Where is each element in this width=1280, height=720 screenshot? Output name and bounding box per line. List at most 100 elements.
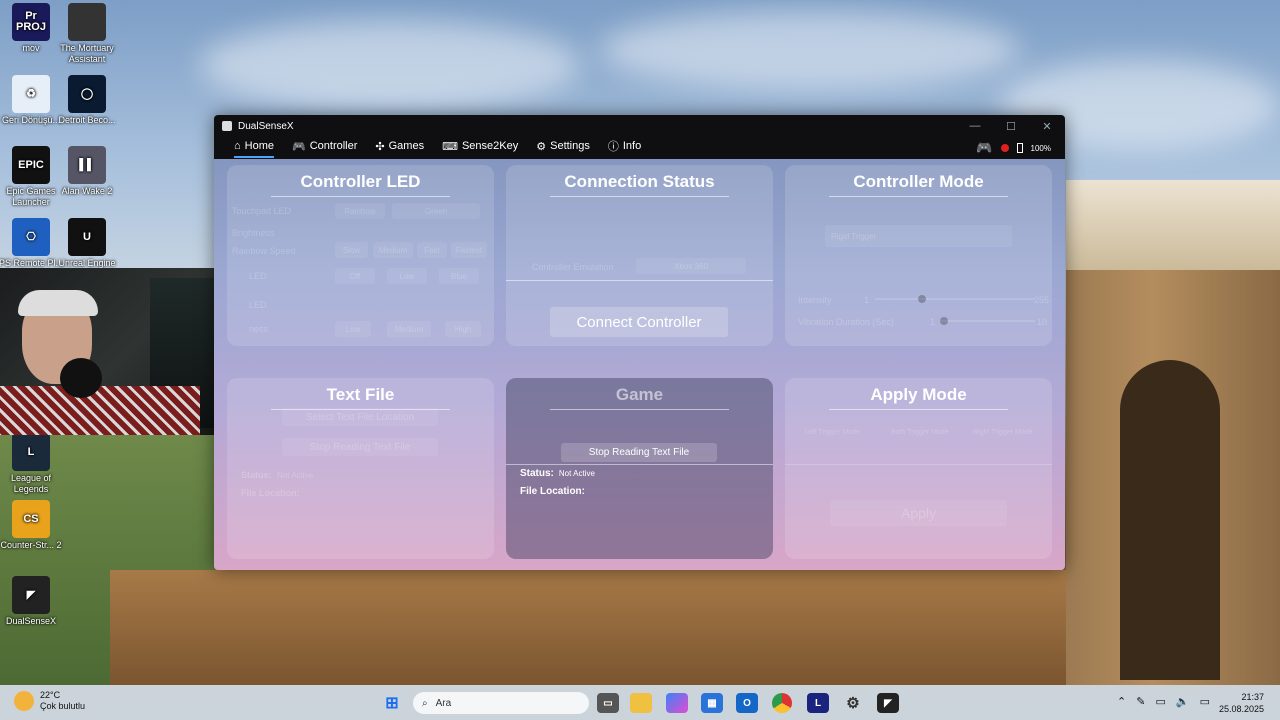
both-trigger-mode-option[interactable]: Both Trigger Mode (891, 429, 949, 436)
tab-home[interactable]: ⌂ Home (234, 138, 274, 158)
apply-mode-panel: Apply Mode Left Trigger Mode Both Trigge… (785, 378, 1052, 559)
clock-date: 25.08.2025 (1218, 704, 1264, 714)
game-file-location-label: File Location: (520, 486, 585, 497)
tab-info[interactable]: ⓘ Info (608, 138, 641, 158)
player-led-blue-button[interactable]: Blue (439, 268, 479, 284)
desktop-icon-9[interactable]: CS Counter-Str... 2 (0, 500, 66, 551)
tab-sense2key[interactable]: ⌨ Sense2Key (442, 138, 518, 158)
close-button[interactable]: ✕ (1029, 120, 1065, 133)
game-stop-reading-button[interactable]: Stop Reading Text File (561, 443, 717, 462)
minimize-button[interactable]: — (957, 120, 993, 133)
settings-icon: ⚙ (536, 140, 547, 153)
right-trigger-mode-option[interactable]: Right Trigger Mode (973, 429, 1033, 436)
recycle-bin-icon: ♻ (12, 75, 50, 113)
task-view-icon[interactable]: ▭ (597, 693, 619, 713)
volume-icon[interactable]: 🔈 (1176, 695, 1190, 708)
player-led-label: LED (249, 271, 267, 281)
desktop-icon-1[interactable]: The Mortuary Assistant (52, 3, 122, 65)
home-icon: ⌂ (234, 140, 241, 152)
controller-led-title: Controller LED (271, 165, 450, 197)
clock[interactable]: 21:37 25.08.2025 (1219, 691, 1264, 715)
premiere-project-icon: Pr PROJ (12, 3, 50, 41)
desktop-icon-10[interactable]: ◤ DualSenseX (0, 576, 66, 627)
desktop-icon-label: DualSenseX (5, 616, 57, 626)
trigger-mode-select[interactable]: Rigid Trigger (825, 225, 1012, 247)
intensity-slider-thumb[interactable] (918, 295, 926, 303)
store-icon[interactable]: ▦ (701, 693, 723, 713)
tab-games[interactable]: ✣ Games (375, 138, 424, 158)
desktop-icon-label: League of Legends (10, 473, 52, 494)
player-led-low-button[interactable]: Low (387, 268, 427, 284)
desktop-icon-3[interactable]: ◯ Detroit Beco... (52, 75, 122, 126)
start-button[interactable]: ⊞ (381, 693, 403, 713)
outlook-icon[interactable]: O (736, 693, 758, 713)
weather-widget[interactable]: 22°C Çok bulutlu (14, 690, 85, 712)
chrome-icon[interactable] (772, 693, 792, 713)
file-explorer-icon[interactable] (630, 693, 652, 713)
brightness-high-button[interactable]: High (445, 321, 481, 337)
copilot-icon[interactable] (666, 693, 688, 713)
tab-controller[interactable]: 🎮 Controller (292, 138, 357, 158)
detroit-icon: ◯ (68, 75, 106, 113)
left-trigger-mode-option[interactable]: Left Trigger Mode (805, 429, 860, 436)
apply-button[interactable]: Apply (830, 500, 1007, 526)
system-tray: ⌃ ✎ ▭ 🔈 ▭ (1117, 695, 1210, 708)
alan-wake-icon: ▌▌ (68, 146, 106, 184)
taskbar: 22°C Çok bulutlu ⊞ ⌕ Ara ▭ ▦ O L ⚙ ◤ ⌃ ✎ … (0, 685, 1280, 720)
led-mode-select[interactable]: Rainbow (335, 203, 385, 219)
speed-fastest-button[interactable]: Fastest (451, 242, 487, 258)
led-color-select[interactable]: Green (392, 203, 480, 219)
display-icon[interactable]: ▭ (1155, 695, 1165, 708)
controller-led-panel: Controller LED Touchpad LED Rainbow Gree… (227, 165, 494, 346)
brightness-low-button[interactable]: Low (335, 321, 371, 337)
emulation-select[interactable]: Xbox 360 (636, 258, 746, 274)
battery-tray-icon[interactable]: ▭ (1200, 695, 1210, 708)
desktop-icon-label: Counter-Str... 2 (0, 540, 62, 550)
stop-reading-text-file-button[interactable]: Stop Reading Text File (282, 438, 438, 456)
controller-icon: 🎮 (292, 140, 306, 153)
info-icon: ⓘ (607, 141, 619, 153)
search-box[interactable]: ⌕ Ara (413, 692, 589, 714)
vibration-slider-thumb[interactable] (940, 317, 948, 325)
game-status-value: Not Active (558, 469, 595, 478)
counter-strike-icon: CS (12, 500, 50, 538)
tab-label: Controller (309, 140, 358, 152)
player-led-off-button[interactable]: Off (335, 268, 375, 284)
text-file-panel: Text File Select Text File Location Stop… (227, 378, 494, 559)
touchpad-led-label: Touchpad LED (232, 206, 292, 216)
desktop-icon-7[interactable]: U Unreal Engine (52, 218, 122, 269)
brightness-medium-button[interactable]: Medium (387, 321, 431, 337)
speed-slow-button[interactable]: Slow (335, 242, 368, 258)
desktop-icon-label: Detroit Beco... (58, 115, 116, 125)
intensity-label: Intensity (798, 295, 832, 305)
dualsensex-taskbar-icon[interactable]: ◤ (877, 693, 899, 713)
tab-label: Info (622, 140, 642, 152)
vibration-label: Vibration Duration (Sec) (798, 317, 894, 327)
led-brightness-label: ness (249, 324, 269, 334)
speed-medium-button[interactable]: Medium (373, 242, 413, 258)
intensity-slider[interactable] (875, 295, 1035, 303)
steam-icon[interactable]: ⚙ (842, 693, 864, 713)
clock-time: 21:37 (1241, 692, 1264, 702)
tab-label: Home (244, 140, 274, 152)
connect-controller-button[interactable]: Connect Controller (550, 307, 728, 337)
controller-mode-title: Controller Mode (829, 165, 1008, 197)
weather-temperature: 22°C (40, 690, 61, 700)
title-bar[interactable]: DualSenseX — ☐ ✕ (214, 115, 1065, 137)
tab-label: Sense2Key (461, 140, 519, 152)
league-of-legends-icon: L (12, 433, 50, 471)
tray-overflow-icon[interactable]: ⌃ (1117, 695, 1126, 708)
desktop-icon-5[interactable]: ▌▌ Alan Wake 2 (52, 146, 122, 197)
controller-mode-panel: Controller Mode Rigid Trigger Intensity … (785, 165, 1052, 346)
pen-icon[interactable]: ✎ (1136, 695, 1145, 708)
vibration-min: 1 (930, 317, 936, 327)
vibration-slider[interactable] (940, 317, 1035, 325)
speed-fast-button[interactable]: Fast (417, 242, 447, 258)
select-text-file-button[interactable]: Select Text File Location (282, 408, 438, 426)
l-app-icon[interactable]: L (807, 693, 829, 713)
window-title: DualSenseX (238, 120, 294, 132)
desktop-icon-8[interactable]: L League of Legends (0, 433, 66, 495)
tab-settings[interactable]: ⚙ Settings (536, 138, 590, 158)
maximize-button[interactable]: ☐ (993, 120, 1029, 133)
brightness-label: Brightness (232, 228, 275, 238)
